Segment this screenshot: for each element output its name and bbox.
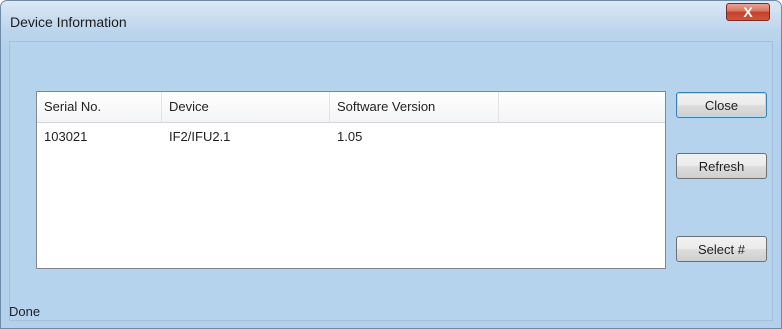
column-header-empty[interactable]: [499, 92, 665, 122]
list-header: Serial No. Device Software Version: [37, 92, 665, 123]
close-button[interactable]: Close: [676, 92, 767, 118]
title-bar[interactable]: Device Information X: [1, 1, 781, 43]
column-header-software-version[interactable]: Software Version: [330, 92, 499, 122]
refresh-button[interactable]: Refresh: [676, 153, 767, 179]
close-icon: X: [743, 4, 753, 20]
close-window-button[interactable]: X: [726, 3, 770, 21]
status-text: Done: [9, 304, 41, 319]
column-header-serial-no[interactable]: Serial No.: [37, 92, 162, 122]
cell-software-version: 1.05: [337, 129, 363, 144]
column-header-device[interactable]: Device: [162, 92, 330, 122]
cell-device: IF2/IFU2.1: [169, 129, 231, 144]
device-information-window: Device Information X Serial No. Device S…: [0, 0, 782, 329]
device-list[interactable]: Serial No. Device Software Version 10302…: [36, 91, 666, 269]
window-title: Device Information: [10, 14, 127, 30]
select-number-button[interactable]: Select #: [676, 236, 767, 262]
cell-serial-no: 103021: [44, 129, 88, 144]
